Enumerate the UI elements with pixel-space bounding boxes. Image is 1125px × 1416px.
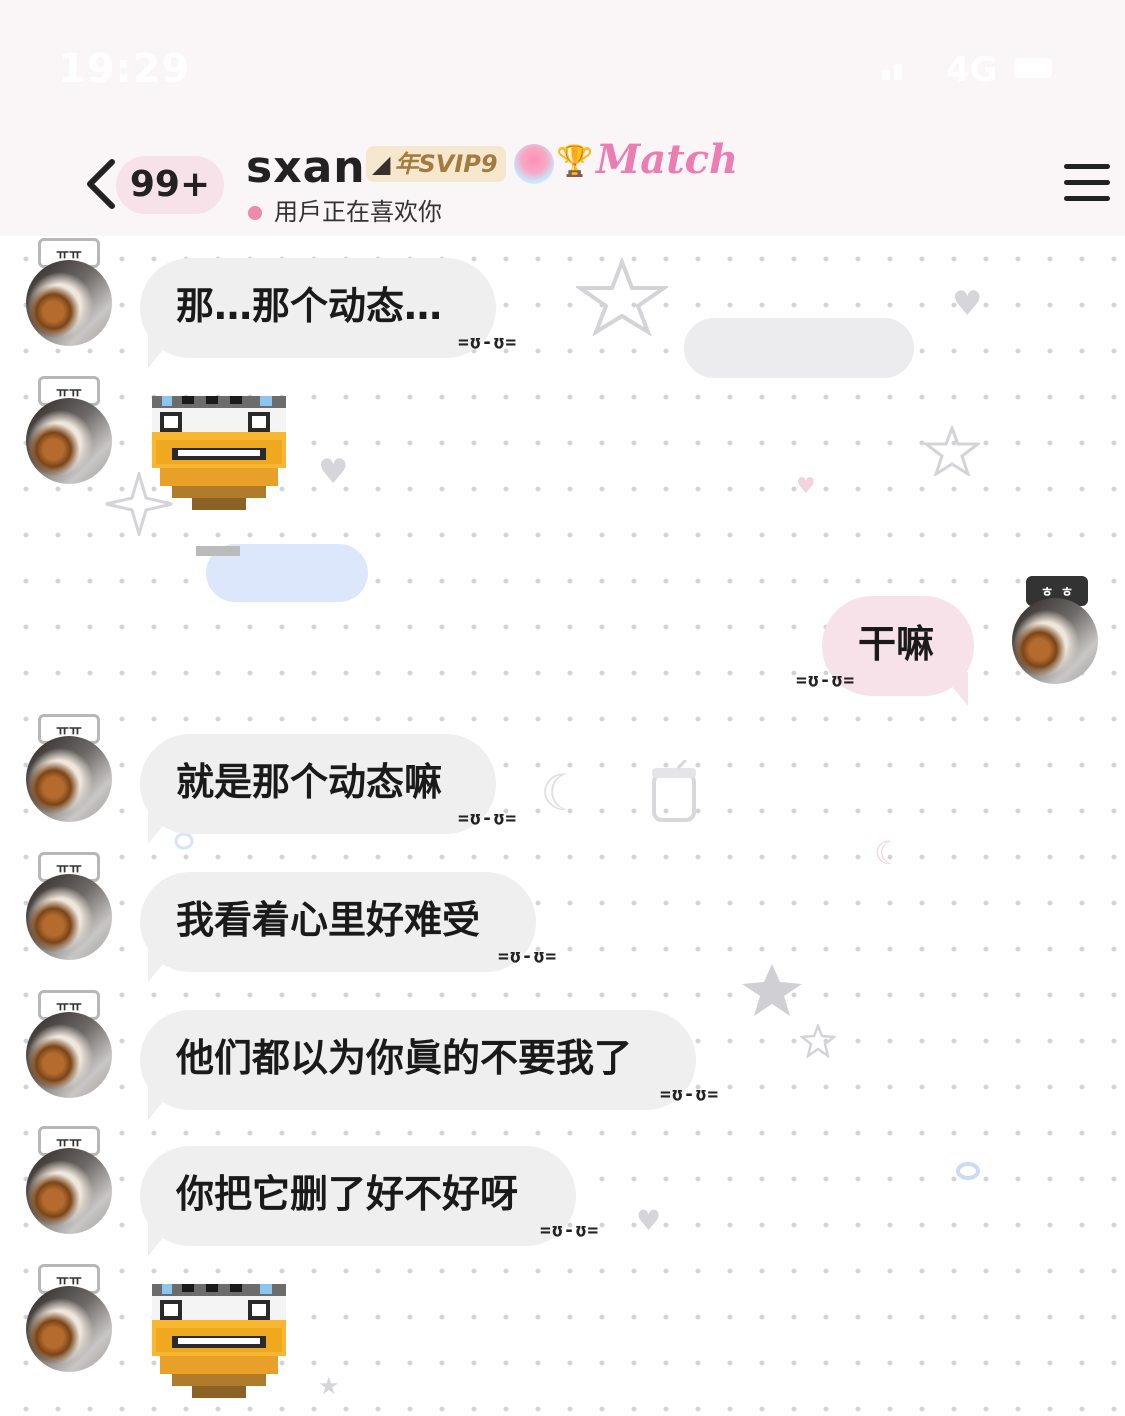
heart-badge-icon[interactable] — [514, 144, 554, 184]
online-dot-icon — [248, 206, 262, 220]
network-label: 4G — [946, 50, 998, 90]
message-bubble[interactable]: 就是那个动态嘛 — [140, 734, 496, 834]
contact-avatar[interactable] — [26, 398, 112, 484]
contact-avatar[interactable] — [26, 874, 112, 960]
signal-icon — [882, 62, 906, 80]
svip-label: 年SVIP9 — [394, 150, 498, 178]
incoming-message-row: ㅠㅠ — [0, 1264, 1125, 1398]
message-bubble[interactable]: 你把它删了好不好呀 — [140, 1146, 576, 1246]
chat-header: 99+ sxan ◢ 年SVIP9 🏆 Match 用戶正在喜欢你 — [0, 130, 1125, 236]
menu-icon[interactable] — [1064, 164, 1110, 202]
kaomoji-suffix: =ʊ-ʊ= — [458, 808, 518, 829]
status-time: 19:29 — [58, 46, 191, 92]
kaomoji-suffix: =ʊ-ʊ= — [498, 946, 558, 967]
incoming-message-row: ㅠㅠ 他们都以为你眞的不要我了 =ʊ-ʊ= — [0, 990, 1125, 1120]
incoming-message-row: ㅠㅠ 那…那个动态… =ʊ-ʊ= — [0, 238, 1125, 368]
message-bubble[interactable]: 我看着心里好难受 — [140, 872, 536, 972]
incoming-message-row: ㅠㅠ 你把它删了好不好呀 =ʊ-ʊ= — [0, 1126, 1125, 1256]
battery-icon — [1014, 58, 1052, 78]
bubble-tail — [148, 810, 176, 844]
message-bubble[interactable]: 那…那个动态… — [140, 258, 496, 358]
contact-avatar[interactable] — [26, 1012, 112, 1098]
bubble-tail — [148, 1086, 176, 1120]
my-avatar[interactable] — [1012, 598, 1098, 684]
match-label[interactable]: Match — [596, 136, 738, 183]
status-bar: 19:29 4G — [0, 0, 1125, 130]
crown-icon: ◢ — [372, 150, 391, 178]
contact-avatar[interactable] — [26, 736, 112, 822]
typing-status: 用戶正在喜欢你 — [248, 192, 442, 227]
typing-status-text: 用戶正在喜欢你 — [274, 198, 442, 226]
kaomoji-suffix: =ʊ-ʊ= — [458, 332, 518, 353]
contact-name[interactable]: sxan — [246, 142, 366, 193]
kaomoji-suffix: =ʊ-ʊ= — [540, 1220, 600, 1241]
kaomoji-suffix: =ʊ-ʊ= — [660, 1084, 720, 1105]
bubble-tail — [148, 334, 176, 368]
bubble-tail — [148, 1222, 176, 1256]
message-bubble[interactable]: 他们都以为你眞的不要我了 — [140, 1010, 696, 1110]
contact-avatar[interactable] — [26, 1286, 112, 1372]
svip-badge[interactable]: ◢ 年SVIP9 — [366, 146, 506, 182]
bubble-tail — [148, 948, 176, 982]
incoming-message-row: ㅠㅠ 我看着心里好难受 =ʊ-ʊ= — [0, 852, 1125, 982]
contact-avatar[interactable] — [26, 1148, 112, 1234]
contact-avatar[interactable] — [26, 260, 112, 346]
kaomoji-suffix: =ʊ-ʊ= — [796, 670, 856, 691]
trophy-icon[interactable]: 🏆 — [556, 144, 593, 179]
outgoing-message-row: ㅎ_ㅎ 干嘛 =ʊ-ʊ= — [0, 576, 1125, 706]
unread-badge[interactable]: 99+ — [116, 156, 224, 214]
bubble-tail — [940, 672, 968, 706]
incoming-message-row: ㅠㅠ 就是那个动态嘛 =ʊ-ʊ= — [0, 714, 1125, 844]
pixel-bee-sticker[interactable] — [152, 396, 286, 512]
incoming-message-row: ㅠㅠ — [0, 376, 1125, 510]
pixel-bee-sticker[interactable] — [152, 1284, 286, 1400]
decor-bar — [196, 546, 240, 556]
